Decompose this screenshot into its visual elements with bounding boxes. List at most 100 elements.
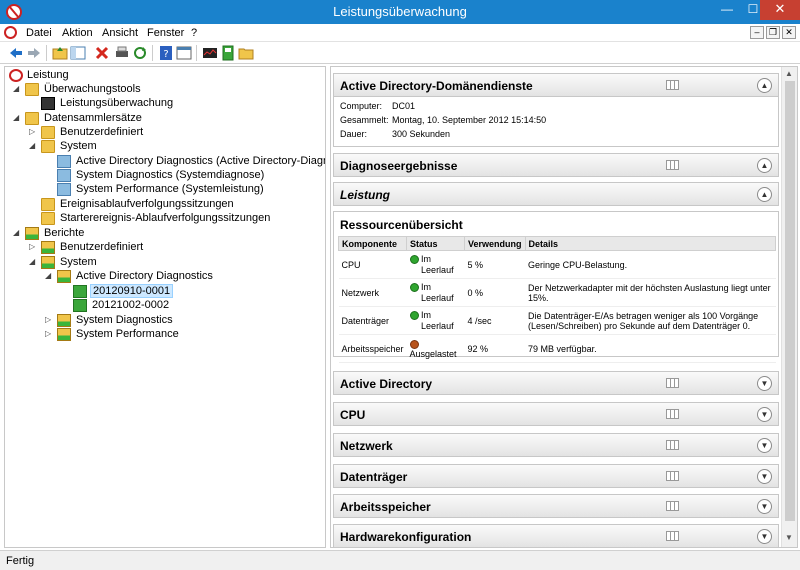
column-header[interactable]: Details (524, 236, 777, 251)
delete-icon[interactable] (94, 45, 110, 61)
forward-icon[interactable] (26, 45, 42, 61)
column-header[interactable]: Komponente (337, 236, 408, 251)
status-cell: Im Leerlauf (406, 278, 465, 307)
svg-text:?: ? (163, 49, 168, 60)
section-header-adds[interactable]: Active Directory-Domänendienste ▲ (333, 73, 779, 97)
table-view-icon[interactable] (666, 378, 679, 388)
report-icon[interactable] (220, 45, 236, 61)
mdi-minimize-button[interactable]: – (750, 26, 764, 39)
expand-icon[interactable]: ▼ (757, 529, 772, 544)
expanded-arrow-icon[interactable]: ◢ (29, 258, 37, 266)
section-header-netzwerk[interactable]: Netzwerk ▼ (333, 433, 779, 457)
collapsed-arrow-icon[interactable]: ▷ (45, 316, 53, 324)
section-header-diagnose[interactable]: Diagnoseergebnisse ▲ (333, 153, 779, 177)
folder-icon (25, 83, 39, 96)
performance-monitor-icon[interactable] (202, 45, 218, 61)
section-title: Netzwerk (340, 439, 393, 453)
menu-aktion[interactable]: Aktion (62, 27, 93, 39)
duration-label: Dauer: (340, 129, 368, 139)
status-text: Im (421, 253, 432, 264)
back-icon[interactable] (8, 45, 24, 61)
menu-ansicht[interactable]: Ansicht (102, 27, 138, 39)
table-view-icon[interactable] (666, 501, 679, 511)
status-ok-icon (409, 282, 419, 292)
report-pane[interactable]: Active Directory-Domänendienste ▲ Comput… (330, 66, 798, 548)
performance-icon (9, 69, 23, 82)
table-view-icon[interactable] (666, 160, 679, 170)
collapse-icon[interactable]: ▲ (757, 158, 772, 173)
status-text: Leerlauf (421, 264, 454, 275)
expand-icon[interactable]: ▼ (757, 407, 772, 422)
duration-value: 300 Sekunden (392, 129, 451, 139)
section-header-leistung[interactable]: Leistung ▲ (333, 182, 779, 206)
table-view-icon[interactable] (666, 80, 679, 90)
expand-icon[interactable]: ▼ (757, 376, 772, 391)
section-header-hardware[interactable]: Hardwarekonfiguration ▼ (333, 524, 779, 547)
collapse-icon[interactable]: ▲ (757, 78, 772, 93)
mdi-close-button[interactable]: ✕ (782, 26, 796, 39)
close-button[interactable]: ✕ (760, 0, 800, 20)
folder-icon (41, 126, 55, 139)
status-text: Leerlauf (421, 292, 454, 303)
folder-icon[interactable] (238, 45, 254, 61)
up-folder-icon[interactable] (52, 45, 68, 61)
section-title: Leistung (340, 188, 390, 202)
expanded-arrow-icon[interactable]: ◢ (45, 272, 53, 280)
section-header-cpu[interactable]: CPU ▼ (333, 402, 779, 426)
menu-help[interactable]: ? (191, 27, 197, 39)
tree-label: System Performance (76, 328, 179, 340)
expanded-arrow-icon[interactable]: ◢ (13, 85, 21, 93)
vertical-scrollbar[interactable]: ▲ ▼ (781, 67, 797, 547)
collapsed-arrow-icon[interactable]: ▷ (29, 128, 37, 136)
print-icon[interactable] (114, 45, 130, 61)
tree-label: System Diagnostics (Systemdiagnose) (76, 169, 265, 181)
scroll-down-icon[interactable]: ▼ (785, 533, 793, 542)
table-view-icon[interactable] (666, 440, 679, 450)
tree-label: Ereignisablaufverfolgungssitzungen (60, 198, 234, 210)
section-title: Diagnoseergebnisse (340, 159, 458, 173)
table-view-icon[interactable] (666, 471, 679, 481)
mmc-icon[interactable] (4, 26, 17, 39)
minimize-button[interactable]: — (714, 0, 740, 20)
tree-label: Leistung (27, 69, 69, 81)
section-header-active-directory[interactable]: Active Directory ▼ (333, 371, 779, 395)
details-cell: 79 MB verfügbar. (525, 334, 776, 363)
table-view-icon[interactable] (666, 531, 679, 541)
expand-icon[interactable]: ▼ (757, 469, 772, 484)
column-header[interactable]: Status (406, 236, 466, 251)
section-title: Datenträger (340, 470, 408, 484)
collapsed-arrow-icon[interactable]: ▷ (45, 330, 53, 338)
tree-label: Active Directory Diagnostics (Active Dir… (76, 155, 326, 167)
component-cell: Netzwerk (338, 278, 407, 307)
section-header-arbeitsspeicher[interactable]: Arbeitsspeicher ▼ (333, 494, 779, 518)
collapse-icon[interactable]: ▲ (757, 187, 772, 202)
reports-folder-icon (41, 241, 55, 254)
expand-icon[interactable]: ▼ (757, 438, 772, 453)
refresh-icon[interactable] (132, 45, 148, 61)
menu-fenster[interactable]: Fenster (147, 27, 184, 39)
section-header-datentraeger[interactable]: Datenträger ▼ (333, 464, 779, 488)
folder-icon (41, 140, 55, 153)
expanded-arrow-icon[interactable]: ◢ (29, 142, 37, 150)
table-view-icon[interactable] (666, 409, 679, 419)
menu-datei[interactable]: Datei (26, 27, 52, 39)
expanded-arrow-icon[interactable]: ◢ (13, 114, 21, 122)
data-collector-set-icon (57, 183, 71, 196)
collapsed-arrow-icon[interactable]: ▷ (29, 243, 37, 251)
properties-icon[interactable] (176, 45, 192, 61)
expand-icon[interactable]: ▼ (757, 499, 772, 514)
scroll-thumb[interactable] (785, 81, 795, 521)
scroll-up-icon[interactable]: ▲ (785, 69, 793, 78)
usage-cell: 5 % (464, 250, 526, 279)
collected-value: Montag, 10. September 2012 15:14:50 (392, 115, 547, 125)
help-icon[interactable]: ? (158, 45, 174, 61)
expanded-arrow-icon[interactable]: ◢ (13, 229, 21, 237)
mdi-restore-button[interactable]: ❐ (766, 26, 780, 39)
tree-label: 20120910-0001 (90, 284, 174, 298)
status-ok-icon (409, 310, 419, 320)
console-tree-icon[interactable] (70, 45, 86, 61)
section-title: CPU (340, 408, 366, 422)
column-header[interactable]: Verwendung (464, 236, 526, 251)
report-info: Computer: DC01 Gesammelt: Montag, 10. Sept… (333, 97, 779, 147)
resource-table: Komponente Status Verwendung Details CPU… (337, 236, 777, 363)
